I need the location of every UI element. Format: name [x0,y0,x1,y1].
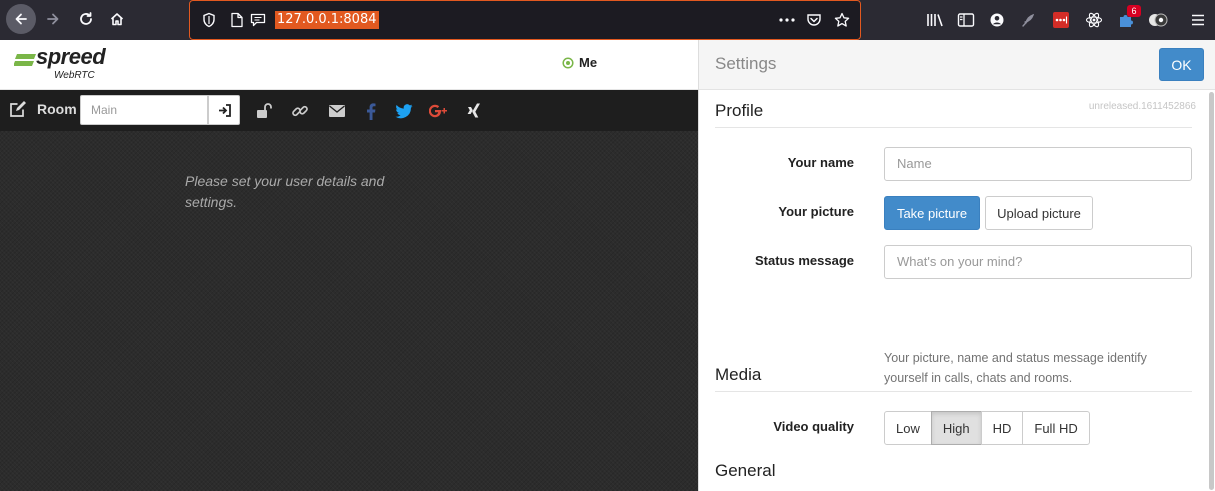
media-heading: Media [715,365,1192,392]
forward-button[interactable] [38,5,68,33]
video-quality-full-hd[interactable]: Full HD [1022,411,1090,445]
url-text[interactable]: 127.0.0.1:8084 [275,11,379,29]
feather-extension-icon[interactable] [1018,10,1038,30]
status-message-input[interactable]: What's on your mind? [884,245,1192,279]
unlock-icon[interactable] [254,101,274,121]
settings-panel: Settings OK unreleased.1611452866 Profil… [698,40,1215,491]
me-status[interactable]: Me [562,55,597,70]
your-name-label: Your name [787,155,854,170]
settings-title: Settings [715,54,777,73]
profile-heading: Profile [715,101,1192,128]
setup-message: Please set your user details and setting… [185,173,385,210]
video-quality-high[interactable]: High [930,411,982,445]
google-plus-icon[interactable] [429,101,449,121]
account-icon[interactable] [987,10,1007,30]
status-message-label: Status message [755,253,854,268]
react-devtools-icon[interactable] [1084,10,1104,30]
envelope-icon[interactable] [327,101,347,121]
xing-icon[interactable] [464,101,484,121]
more-actions-icon[interactable] [778,13,796,30]
video-quality-low[interactable]: Low [884,411,932,445]
sign-in-icon [218,103,231,117]
me-label: Me [579,55,598,70]
video-quality-label: Video quality [773,419,854,434]
app-header: spreed WebRTC Me [0,40,698,90]
facebook-icon[interactable] [361,101,381,121]
main-video-area: Please set your user details and setting… [0,131,698,491]
video-quality-group: Low High HD Full HD [884,411,1090,445]
logo-brand-text: spreed [36,44,106,69]
bookmark-star-icon[interactable] [834,12,850,31]
room-toolbar: Room Main [0,90,698,131]
ok-button[interactable]: OK [1159,48,1204,81]
lastpass-extension-icon[interactable] [1051,10,1071,30]
settings-header: Settings OK [699,40,1215,90]
browser-toolbar: 127.0.0.1:8084 6 [0,0,1215,40]
reader-comment-icon[interactable] [250,12,266,31]
upload-picture-button[interactable]: Upload picture [985,196,1093,230]
settings-scrollbar[interactable] [1209,92,1214,490]
join-room-button[interactable] [208,95,240,125]
reload-button[interactable] [71,5,101,33]
page-icon[interactable] [230,12,244,31]
back-button[interactable] [6,4,36,34]
video-quality-hd[interactable]: HD [980,411,1024,445]
library-icon[interactable] [925,10,945,30]
link-icon[interactable] [290,101,310,121]
address-bar[interactable]: 127.0.0.1:8084 [189,0,861,40]
your-picture-label: Your picture [778,204,854,219]
home-button[interactable] [102,5,132,33]
online-status-icon [562,56,574,69]
name-input[interactable]: Name [884,147,1192,181]
room-label: Room [37,101,77,117]
twitter-icon[interactable] [394,101,414,121]
room-name-input[interactable]: Main [80,95,208,125]
spreed-logo-mark-icon [14,54,36,66]
settings-body: unreleased.1611452866 Profile Your name … [699,91,1215,491]
general-heading: General [715,461,776,480]
sidebar-icon[interactable] [956,10,976,30]
menu-hamburger-icon[interactable] [1188,10,1208,30]
logo-sub-text: WebRTC [54,70,95,81]
pocket-icon[interactable] [806,12,822,31]
edit-icon[interactable] [8,99,28,119]
shield-icon[interactable] [202,12,216,31]
notification-badge: 6 [1127,5,1141,17]
ghostery-extension-icon[interactable] [1148,10,1168,30]
take-picture-button[interactable]: Take picture [884,196,980,230]
